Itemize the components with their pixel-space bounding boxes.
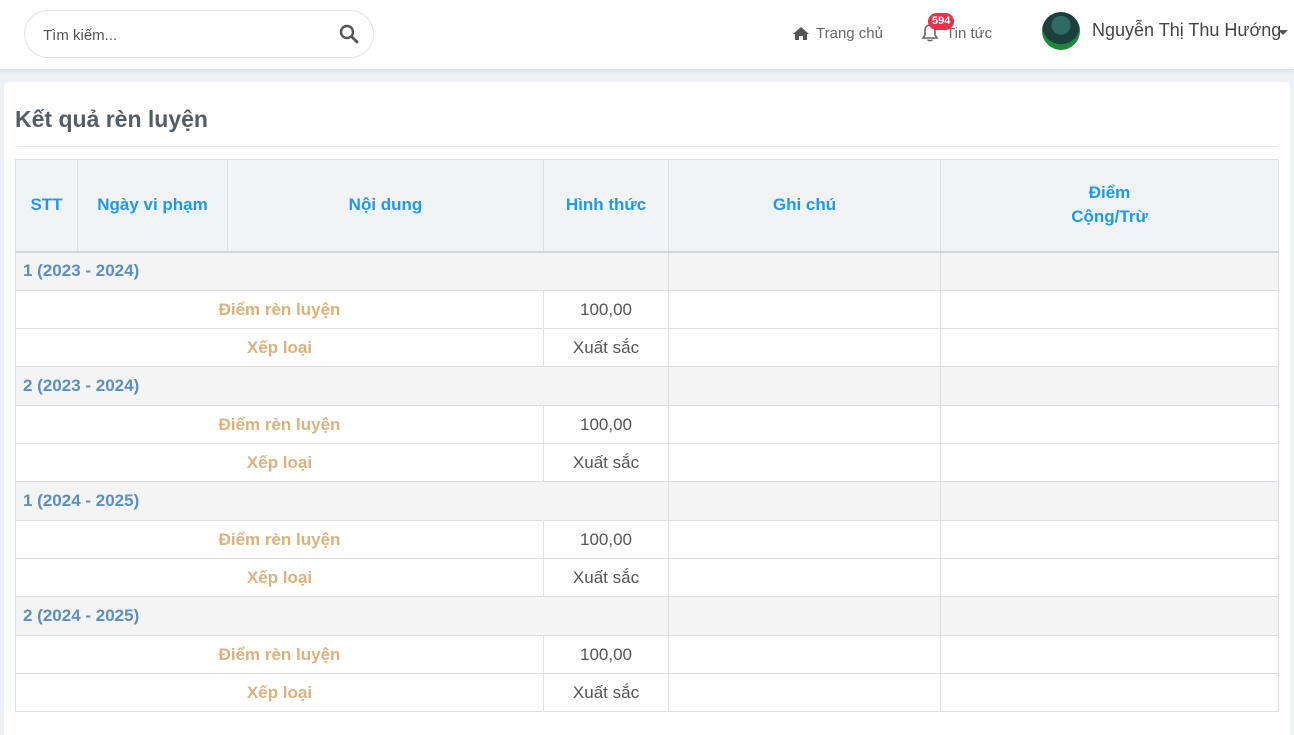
search-icon[interactable] [339,24,359,44]
row-label: Xếp loại [15,558,544,597]
nav-news-label: Tin tức [946,24,993,42]
group-cell-note [668,251,941,291]
row-note [668,405,941,444]
column-header-note: Ghi chú [668,159,941,252]
nav-home-link[interactable]: Trang chủ [792,22,883,44]
group-row: 1 (2023 - 2024) [15,251,1279,291]
row-label: Xếp loại [15,443,544,482]
table-row: Xếp loại Xuất sắc [15,328,1279,367]
group-label: 2 (2023 - 2024) [15,366,669,406]
row-note [668,635,941,674]
table-row: Điểm rèn luyện 100,00 [15,290,1279,329]
table-header-row: STT Ngày vi phạm Nội dung Hình thức Ghi … [15,159,1279,252]
notification-badge: 594 [928,13,955,30]
search-box [24,10,374,58]
row-value: Xuất sắc [543,673,669,712]
column-header-form: Hình thức [543,159,669,252]
row-note [668,443,941,482]
row-label: Xếp loại [15,328,544,367]
row-note [668,673,941,712]
table-row: Điểm rèn luyện 100,00 [15,405,1279,444]
column-header-stt: STT [15,159,78,252]
row-note [668,558,941,597]
group-cell-note [668,596,941,636]
row-value: Xuất sắc [543,328,669,367]
row-points [940,443,1279,482]
row-note [668,520,941,559]
group-row: 2 (2023 - 2024) [15,366,1279,406]
group-label: 2 (2024 - 2025) [15,596,669,636]
group-cell-note [668,366,941,406]
row-value: 100,00 [543,405,669,444]
caret-down-icon[interactable] [1278,30,1288,35]
home-icon [793,26,809,40]
results-card: Kết quả rèn luyện STT Ngày vi phạm Nội d… [4,82,1290,735]
search-input[interactable] [43,23,333,47]
row-points [940,558,1279,597]
row-points [940,405,1279,444]
group-cell-points [940,366,1279,406]
group-cell-note [668,481,941,521]
row-value: 100,00 [543,290,669,329]
column-header-date: Ngày vi phạm [77,159,228,252]
row-label: Điểm rèn luyện [15,290,544,329]
nav-home-label: Trang chủ [816,24,883,42]
row-label: Điểm rèn luyện [15,405,544,444]
group-cell-points [940,481,1279,521]
row-points [940,673,1279,712]
row-note [668,290,941,329]
top-bar: Trang chủ Tin tức 594 Nguyễn Thị Thu Hướ… [0,0,1294,70]
row-label: Điểm rèn luyện [15,520,544,559]
group-label: 1 (2024 - 2025) [15,481,669,521]
table-row: Điểm rèn luyện 100,00 [15,520,1279,559]
row-points [940,328,1279,367]
row-value: Xuất sắc [543,558,669,597]
group-row: 2 (2024 - 2025) [15,596,1279,636]
row-points [940,635,1279,674]
row-note [668,328,941,367]
row-value: 100,00 [543,635,669,674]
table-row: Xếp loại Xuất sắc [15,558,1279,597]
avatar[interactable] [1042,12,1080,50]
user-name[interactable]: Nguyễn Thị Thu Hướng [1092,20,1281,41]
table-row: Điểm rèn luyện 100,00 [15,635,1279,674]
column-header-points-label: Điểm Cộng/Trừ [1071,183,1148,227]
page-title: Kết quả rèn luyện [15,106,208,132]
row-points [940,290,1279,329]
row-value: Xuất sắc [543,443,669,482]
title-divider [15,146,1278,147]
row-label: Điểm rèn luyện [15,635,544,674]
row-value: 100,00 [543,520,669,559]
group-label: 1 (2023 - 2024) [15,251,669,291]
table-row: Xếp loại Xuất sắc [15,673,1279,712]
row-points [940,520,1279,559]
table-row: Xếp loại Xuất sắc [15,443,1279,482]
column-header-points: Điểm Cộng/Trừ [940,159,1279,252]
row-label: Xếp loại [15,673,544,712]
group-row: 1 (2024 - 2025) [15,481,1279,521]
column-header-content: Nội dung [227,159,544,252]
group-cell-points [940,596,1279,636]
results-table: STT Ngày vi phạm Nội dung Hình thức Ghi … [15,159,1279,712]
group-cell-points [940,251,1279,291]
